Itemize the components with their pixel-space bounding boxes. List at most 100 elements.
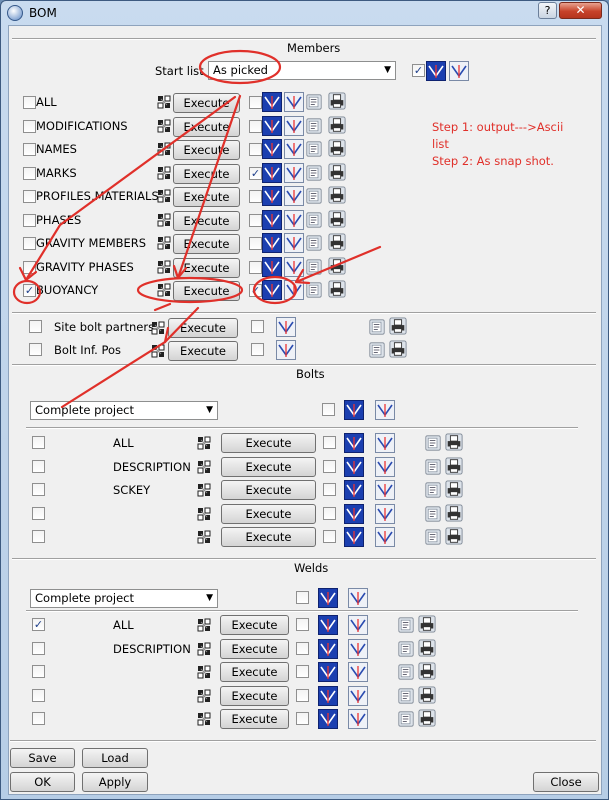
print-icon[interactable]: [445, 433, 463, 451]
graphic-report-icon[interactable]: [344, 503, 364, 524]
member-row-checkbox[interactable]: [23, 237, 36, 250]
member-execute-button[interactable]: Execute: [173, 116, 240, 137]
weld-row-checkbox[interactable]: [32, 641, 45, 655]
graphic-config-icon[interactable]: [449, 61, 469, 81]
graphic-config-icon[interactable]: [348, 615, 368, 635]
graphic-config-icon[interactable]: [348, 638, 368, 659]
print-icon[interactable]: [328, 233, 346, 251]
ascii-list-icon[interactable]: [306, 140, 322, 158]
print-icon[interactable]: [389, 317, 407, 335]
member-execute-button[interactable]: Execute: [173, 93, 240, 113]
member-execute-button[interactable]: Execute: [173, 281, 240, 301]
member-extra-execute-button[interactable]: Execute: [168, 341, 238, 361]
bolt-row-checkbox[interactable]: [32, 459, 45, 473]
select-from-model-icon[interactable]: [197, 436, 211, 450]
print-icon[interactable]: [418, 615, 436, 633]
graphic-report-icon[interactable]: [262, 162, 282, 183]
weld-graphic-checkbox[interactable]: [296, 665, 309, 678]
select-from-model-icon[interactable]: [151, 344, 165, 358]
bolt-execute-button[interactable]: Execute: [221, 433, 316, 453]
member-execute-button[interactable]: Execute: [173, 210, 240, 231]
print-icon[interactable]: [418, 685, 436, 704]
graphic-config-icon[interactable]: [284, 162, 304, 183]
graphic-config-icon[interactable]: [348, 685, 368, 706]
close-button[interactable]: Close: [533, 772, 599, 792]
weld-execute-button[interactable]: Execute: [220, 662, 289, 682]
member-graphic-checkbox[interactable]: [249, 237, 262, 250]
graphic-config-icon[interactable]: [284, 115, 304, 136]
load-button[interactable]: Load: [82, 748, 148, 768]
graphic-report-icon[interactable]: [318, 588, 338, 608]
print-icon[interactable]: [328, 162, 346, 181]
select-from-model-icon[interactable]: [197, 460, 211, 474]
bolts-header-checkbox[interactable]: [322, 403, 335, 416]
print-icon[interactable]: [418, 709, 436, 727]
print-icon[interactable]: [328, 186, 346, 204]
graphic-config-icon[interactable]: [375, 527, 395, 547]
print-icon[interactable]: [328, 92, 346, 110]
select-from-model-icon[interactable]: [157, 260, 171, 274]
graphic-report-icon[interactable]: [262, 209, 282, 230]
select-from-model-icon[interactable]: [157, 236, 171, 250]
print-icon[interactable]: [445, 503, 463, 522]
ascii-list-icon[interactable]: [369, 318, 385, 336]
member-execute-button[interactable]: Execute: [173, 163, 240, 184]
graphic-report-icon[interactable]: [344, 400, 364, 420]
bolt-row-checkbox[interactable]: [32, 483, 45, 496]
bolt-row-checkbox[interactable]: [32, 530, 45, 543]
member-row-checkbox[interactable]: [23, 143, 36, 156]
print-icon[interactable]: [328, 256, 346, 275]
weld-row-checkbox[interactable]: [32, 688, 45, 702]
ascii-list-icon[interactable]: [369, 341, 385, 359]
member-graphic-checkbox[interactable]: [249, 119, 262, 133]
member-row-checkbox[interactable]: [23, 96, 36, 109]
weld-row-checkbox[interactable]: ✓: [32, 618, 45, 631]
bolt-graphic-checkbox[interactable]: [323, 436, 336, 449]
ascii-list-icon[interactable]: [425, 505, 441, 523]
graphic-report-icon[interactable]: [344, 480, 364, 500]
save-button[interactable]: Save: [10, 748, 75, 768]
graphic-config-icon[interactable]: [284, 139, 304, 159]
ascii-list-icon[interactable]: [425, 481, 441, 499]
weld-execute-button[interactable]: Execute: [220, 685, 289, 706]
member-graphic-checkbox[interactable]: [249, 190, 262, 203]
member-row-checkbox[interactable]: ✓: [23, 284, 36, 297]
weld-graphic-checkbox[interactable]: [296, 688, 309, 702]
graphic-report-icon[interactable]: [426, 61, 446, 81]
weld-execute-button[interactable]: Execute: [220, 709, 289, 729]
graphic-config-icon[interactable]: [284, 209, 304, 230]
member-graphic-checkbox[interactable]: [249, 143, 262, 156]
member-row-checkbox[interactable]: [23, 260, 36, 274]
weld-row-checkbox[interactable]: [32, 665, 45, 678]
select-from-model-icon[interactable]: [197, 689, 211, 703]
graphic-config-icon[interactable]: [284, 92, 304, 112]
print-icon[interactable]: [445, 480, 463, 498]
bolt-row-checkbox[interactable]: [32, 436, 45, 449]
ascii-list-icon[interactable]: [306, 164, 322, 182]
bolt-execute-button[interactable]: Execute: [221, 456, 316, 477]
graphic-report-icon[interactable]: [318, 709, 338, 729]
graphic-report-icon[interactable]: [262, 115, 282, 136]
ascii-list-icon[interactable]: [398, 663, 414, 681]
select-from-model-icon[interactable]: [157, 142, 171, 156]
ascii-list-icon[interactable]: [306, 117, 322, 135]
print-icon[interactable]: [418, 662, 436, 680]
bolt-graphic-checkbox[interactable]: [323, 483, 336, 496]
graphic-config-icon[interactable]: [375, 480, 395, 500]
print-icon[interactable]: [328, 280, 346, 298]
weld-graphic-checkbox[interactable]: [296, 618, 309, 631]
graphic-report-icon[interactable]: [262, 256, 282, 277]
select-from-model-icon[interactable]: [197, 618, 211, 632]
select-from-model-icon[interactable]: [157, 119, 171, 133]
print-icon[interactable]: [328, 139, 346, 157]
welds-scope-select[interactable]: Complete project ▼: [30, 589, 218, 608]
member-row-checkbox[interactable]: [23, 190, 36, 203]
graphic-config-icon[interactable]: [284, 233, 304, 253]
member-extra-checkbox[interactable]: [29, 343, 42, 356]
member-graphic-checkbox[interactable]: [249, 260, 262, 274]
graphic-config-icon[interactable]: [348, 588, 368, 608]
select-from-model-icon[interactable]: [157, 283, 171, 297]
bolt-execute-button[interactable]: Execute: [221, 503, 316, 524]
select-from-model-icon[interactable]: [157, 95, 171, 109]
select-from-model-icon[interactable]: [197, 530, 211, 544]
